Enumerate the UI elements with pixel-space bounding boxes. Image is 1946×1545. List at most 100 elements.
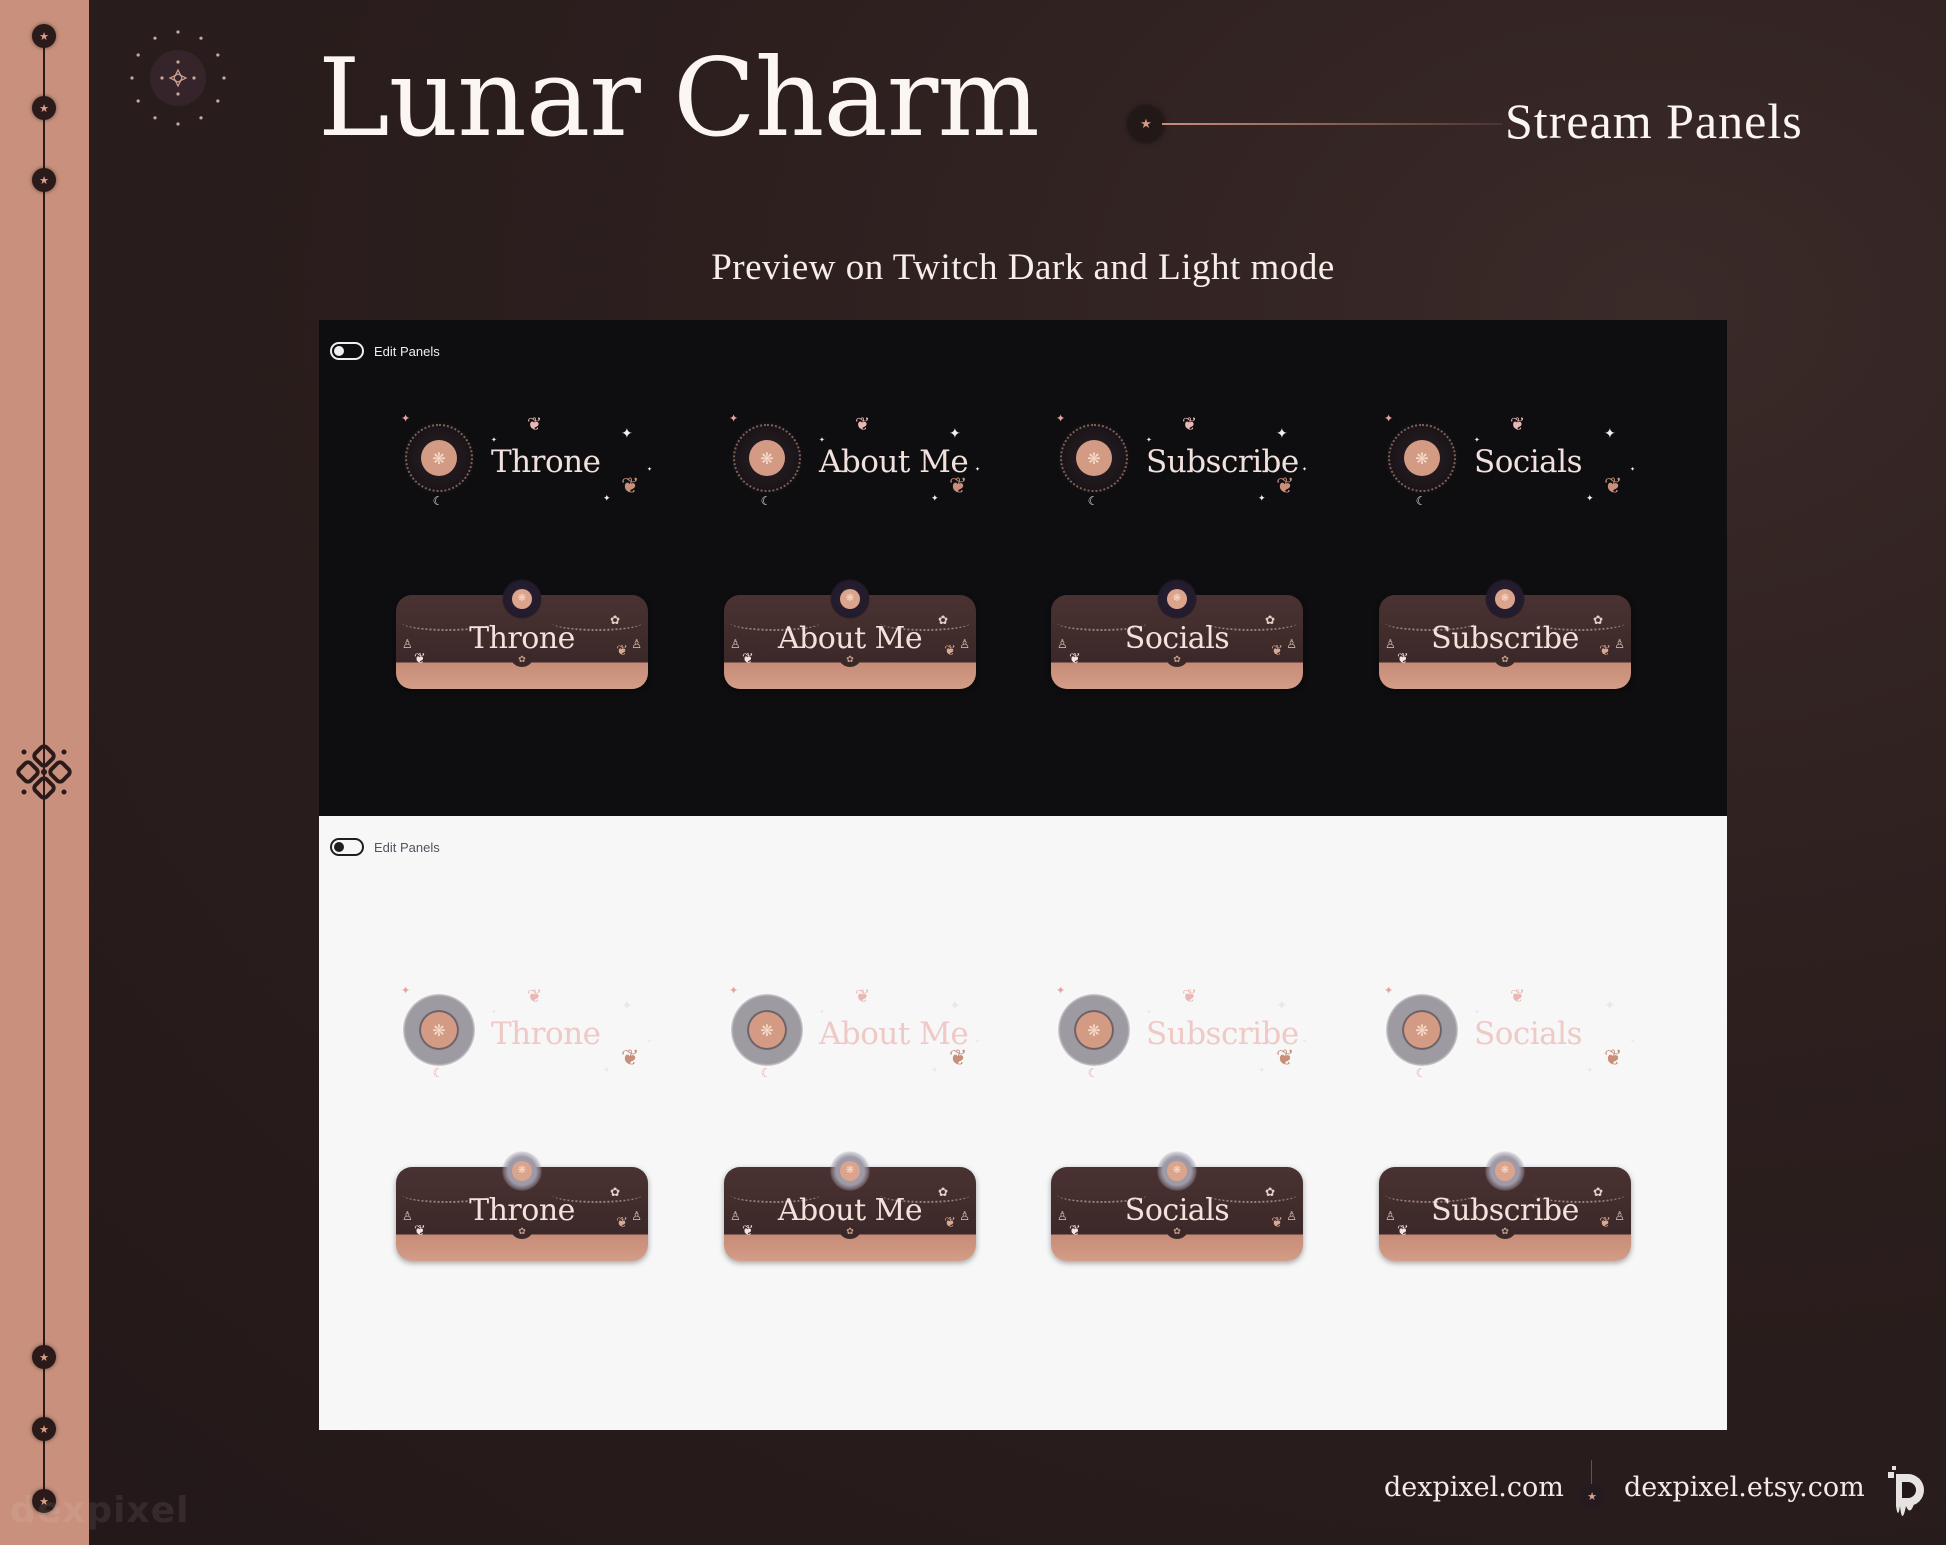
sparkle-icon: ✦ <box>621 998 633 1014</box>
star-glyph: ★ <box>39 101 49 115</box>
ornament-dot <box>176 30 180 34</box>
notch-ornament-icon: ✿ <box>838 1227 862 1239</box>
quatrefoil-ornament-icon <box>12 740 76 804</box>
sparkle-icon: ✦ <box>1630 466 1636 473</box>
panel-button-subscribe[interactable]: ♙ ♙ ✿ Subscribe ❦ ❦ ✿ ❋ <box>1379 1151 1631 1261</box>
butterfly-icon: ❦ <box>1604 474 1623 499</box>
panel-header-label: Throne <box>491 444 601 480</box>
sparkle-icon: ✦ <box>1258 1066 1266 1076</box>
sparkle-icon: ✦ <box>401 412 411 425</box>
butterfly-icon: ❦ <box>855 986 871 1007</box>
sparkle-icon: ✦ <box>975 466 981 473</box>
panel-button-throne[interactable]: ♙ ♙ ✿ Throne ❦ ❦ ✿ ❋ <box>396 579 648 689</box>
preview-subtitle: Preview on Twitch Dark and Light mode <box>711 247 1335 288</box>
edit-panels-toggle[interactable] <box>330 838 364 856</box>
sparkle-icon: ✦ <box>1302 1038 1308 1045</box>
sparkle-icon: ✦ <box>949 998 961 1014</box>
butterfly-icon: ❦ <box>527 414 543 435</box>
sparkle-icon: ✦ <box>647 466 653 473</box>
flower-medallion-icon: ❋ <box>749 440 785 476</box>
panel-header-socials: ❋ ☾ ✦ ✦ ✦ ✦ ✦ ❦ ❦ Socials <box>1382 406 1642 516</box>
star-badge-icon: ★ <box>1580 1484 1604 1508</box>
ornament-dot <box>216 53 220 57</box>
panel-button-label: Throne <box>469 1193 575 1228</box>
crescent-moon-icon: ☾ <box>432 494 444 508</box>
sparkle-icon: ✦ <box>1586 1066 1594 1076</box>
toggle-knob <box>334 842 344 852</box>
sparkle-icon: ✦ <box>621 426 633 442</box>
sparkle-icon: ✦ <box>1604 426 1616 442</box>
flower-icon: ❋ <box>512 589 532 609</box>
ornament-dot <box>176 92 180 96</box>
moon-medallion-icon: ❋ <box>1485 579 1525 619</box>
crescent-moon-icon: ☾ <box>760 1066 772 1080</box>
butterfly-icon: ❦ <box>1069 651 1081 667</box>
panel-button-about-me[interactable]: ♙ ♙ ✿ About Me ❦ ❦ ✿ ❋ <box>724 1151 976 1261</box>
sparkle-icon: ✦ <box>647 1038 653 1045</box>
sparkle-icon: ✦ <box>1604 998 1616 1014</box>
watermark: dexpixel <box>10 1490 190 1531</box>
butterfly-icon: ❦ <box>616 1215 628 1231</box>
sparkle-icon: ✦ <box>1384 412 1394 425</box>
moon-medallion-icon: ❋ <box>830 579 870 619</box>
ornament-dot <box>130 76 134 80</box>
butterfly-icon: ❦ <box>1069 1223 1081 1239</box>
star-glyph: ★ <box>1587 1489 1597 1503</box>
panel-header-label: About Me <box>819 444 969 480</box>
butterfly-icon: ❦ <box>1397 651 1409 667</box>
ornament-dot <box>176 60 180 64</box>
moon-medallion-icon: ❋ <box>502 1151 542 1191</box>
panel-button-about-me[interactable]: ♙ ♙ ✿ About Me ❦ ❦ ✿ ❋ <box>724 579 976 689</box>
etsy-shop-link[interactable]: dexpixel.etsy.com <box>1624 1472 1865 1503</box>
panel-button-socials[interactable]: ♙ ♙ ✿ Socials ❦ ❦ ✿ ❋ <box>1051 579 1303 689</box>
edit-panels-toggle-row[interactable]: Edit Panels <box>330 342 440 360</box>
panel-header-socials: ❋ ☾ ✦ ✦ ✦ ✦ ✦ ❦ ❦ Socials <box>1382 978 1642 1088</box>
sparkle-icon: ✦ <box>1146 436 1152 444</box>
butterfly-icon: ❦ <box>527 986 543 1007</box>
panel-button-socials[interactable]: ♙ ♙ ✿ Socials ❦ ❦ ✿ ❋ <box>1051 1151 1303 1261</box>
moon-dot-ornament-icon <box>130 30 226 126</box>
panel-header-about-me: ❋ ☾ ✦ ✦ ✦ ✦ ✦ ❦ ❦ About Me <box>727 978 987 1088</box>
sparkle-icon: ✦ <box>1474 436 1480 444</box>
flower-icon: ❋ <box>1167 589 1187 609</box>
ornament-dot <box>199 116 203 120</box>
twitch-dark-preview: Edit Panels ❋ ☾ ✦ ✦ ✦ ✦ ✦ ❦ ❦ Throne ❋ ☾ ✦ ✦ ✦ ✦ ✦ ❦ ❦ Abou… <box>319 320 1727 816</box>
butterfly-icon: ❦ <box>621 474 640 499</box>
flower-medallion-icon: ❋ <box>1076 1012 1112 1048</box>
website-link[interactable]: dexpixel.com <box>1384 1472 1564 1503</box>
sparkle-icon: ✦ <box>603 1066 611 1076</box>
butterfly-icon: ❦ <box>742 1223 754 1239</box>
star-glyph: ★ <box>39 173 49 187</box>
crescent-moon-icon: ☾ <box>432 1066 444 1080</box>
page-title: Lunar Charm <box>318 36 1040 161</box>
crescent-moon-icon: ☾ <box>1087 494 1099 508</box>
sparkle-icon: ✦ <box>1056 984 1066 997</box>
footer-divider <box>1591 1460 1592 1484</box>
butterfly-icon: ❦ <box>944 1215 956 1231</box>
toggle-knob <box>334 346 344 356</box>
ornament-dot <box>153 116 157 120</box>
star-bead-icon: ★ <box>32 24 56 48</box>
panel-header-label: Socials <box>1474 444 1582 480</box>
butterfly-icon: ❦ <box>1510 986 1526 1007</box>
edit-panels-toggle-row[interactable]: Edit Panels <box>330 838 440 856</box>
ornament-dot <box>222 76 226 80</box>
sparkle-icon: ✦ <box>1384 984 1394 997</box>
flower-icon: ❋ <box>1495 1161 1515 1181</box>
sparkle-icon: ✦ <box>931 494 939 504</box>
notch-ornament-icon: ✿ <box>1493 655 1517 667</box>
sparkle-icon: ✦ <box>1302 466 1308 473</box>
edit-panels-toggle[interactable] <box>330 342 364 360</box>
ornament-dot <box>136 53 140 57</box>
panel-button-subscribe[interactable]: ♙ ♙ ✿ Subscribe ❦ ❦ ✿ ❋ <box>1379 579 1631 689</box>
panel-header-label: Subscribe <box>1146 1016 1299 1052</box>
moon-medallion-icon: ❋ <box>830 1151 870 1191</box>
panel-header-label: Socials <box>1474 1016 1582 1052</box>
panel-button-throne[interactable]: ♙ ♙ ✿ Throne ❦ ❦ ✿ ❋ <box>396 1151 648 1261</box>
butterfly-icon: ❦ <box>1397 1223 1409 1239</box>
panel-button-label: Socials <box>1124 621 1230 656</box>
butterfly-icon: ❦ <box>944 643 956 659</box>
sparkle-icon: ✦ <box>819 1008 825 1016</box>
ornament-dot <box>199 36 203 40</box>
moon-medallion-icon: ❋ <box>502 579 542 619</box>
